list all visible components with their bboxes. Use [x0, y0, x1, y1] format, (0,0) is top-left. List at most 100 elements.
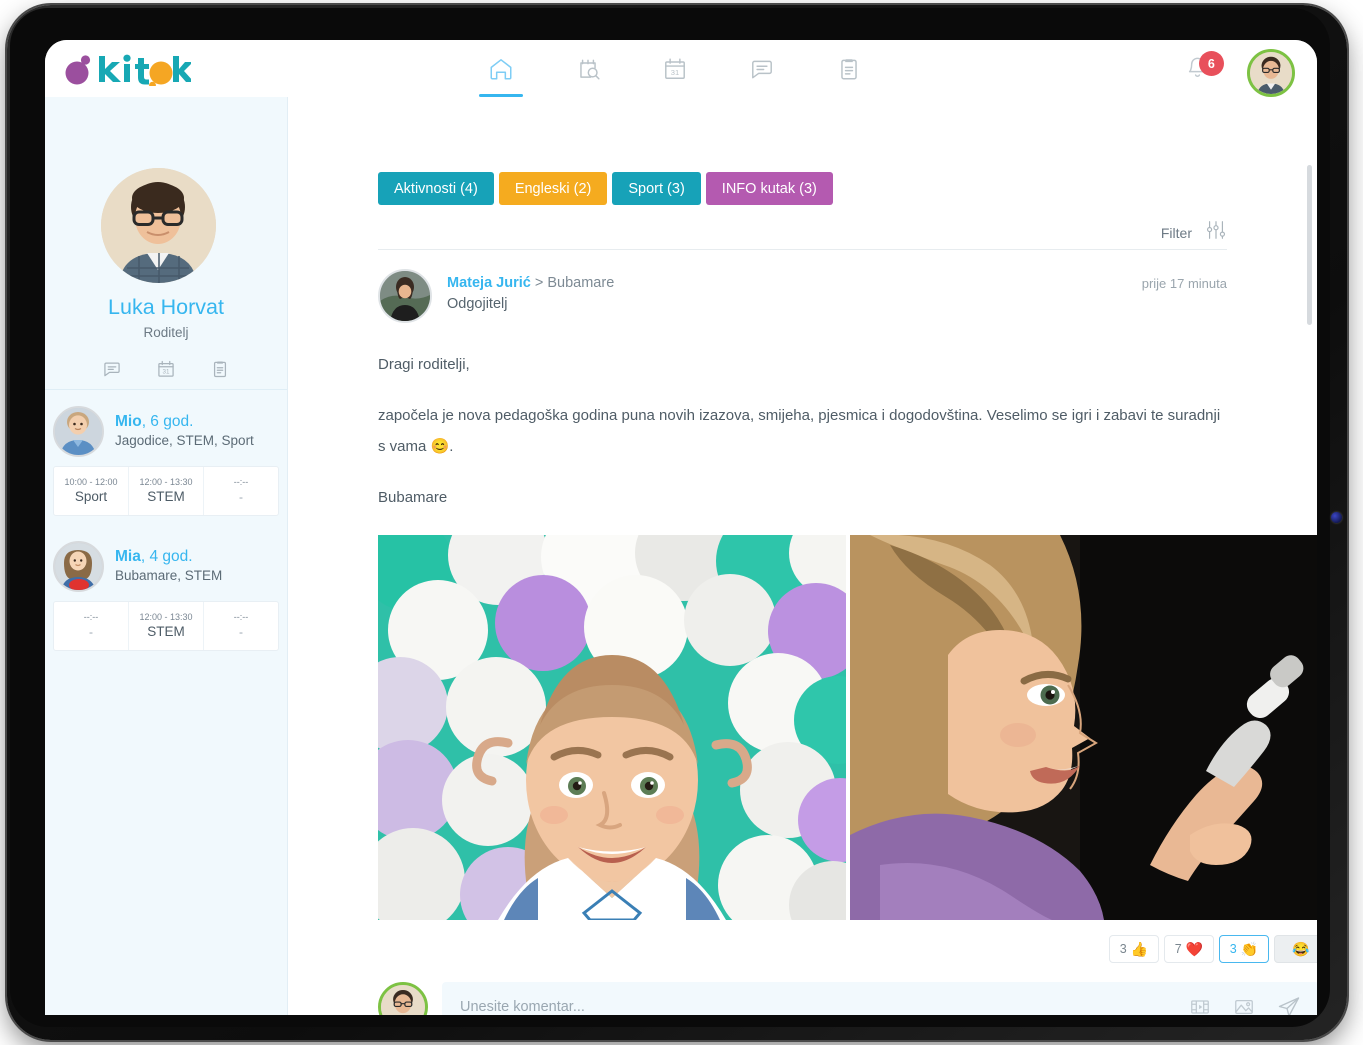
schedule-activity: - — [89, 625, 93, 639]
send-icon[interactable] — [1277, 995, 1301, 1015]
child-meta: Mio, 6 god. Jagodice, STEM, Sport — [115, 412, 254, 450]
nav-home-button[interactable] — [475, 40, 527, 97]
reaction-count: 7 — [1174, 942, 1182, 956]
post-reactions: 3 👍 7 ❤️ 3 👏 😂 — [1109, 935, 1317, 963]
child-groups: Bubamare, STEM — [115, 568, 223, 583]
nav-search-button[interactable] — [562, 40, 614, 97]
post-media-gallery — [378, 535, 1317, 920]
user-avatar[interactable] — [1247, 49, 1295, 97]
nav-messages-button[interactable] — [736, 40, 788, 97]
main-content: Aktivnosti (4) Engleski (2) Sport (3) IN… — [288, 97, 1317, 1015]
child-avatar — [53, 405, 104, 457]
child-entry-mia[interactable]: Mia, 4 god. Bubamare, STEM --:-- - 12:00… — [45, 537, 287, 651]
schedule-cell[interactable]: 10:00 - 12:00 Sport — [54, 467, 129, 515]
reaction-count: 3 — [1119, 942, 1127, 956]
thumbs-up-icon: 👍 — [1130, 941, 1149, 957]
app-screen: 31 6 Luka Horvat Roditelj 31 Mio, 6 god.… — [45, 40, 1317, 1015]
schedule-cell[interactable]: 12:00 - 13:30 STEM — [129, 602, 204, 650]
scrollbar-thumb[interactable] — [1307, 165, 1312, 325]
reaction-count: 3 — [1229, 942, 1237, 956]
schedule-activity: Sport — [74, 489, 108, 504]
post-identity: Mateja Jurić > Bubamare Odgojitelj — [447, 269, 1142, 315]
profile-chat-icon[interactable] — [100, 357, 124, 381]
child-first-name: Mio — [115, 413, 142, 430]
post-image-child-dark[interactable] — [850, 535, 1317, 920]
schedule-cell[interactable]: --:-- - — [204, 467, 278, 515]
post-author-name[interactable]: Mateja Jurić — [447, 275, 531, 291]
post-author-role: Odgojitelj — [447, 296, 508, 312]
profile-clipboard-icon[interactable] — [208, 357, 232, 381]
post-image-ballpit[interactable] — [378, 535, 846, 920]
tablet-device: 31 6 Luka Horvat Roditelj 31 Mio, 6 god.… — [0, 0, 1363, 1045]
tab-engleski[interactable]: Engleski (2) — [498, 172, 608, 205]
top-navigation: 31 — [475, 40, 875, 97]
schedule-cell[interactable]: 12:00 - 13:30 STEM — [129, 467, 204, 515]
profile-calendar-icon[interactable]: 31 — [154, 357, 178, 381]
schedule-activity: STEM — [147, 624, 185, 639]
post-item: Mateja Jurić > Bubamare Odgojitelj prije… — [378, 269, 1317, 1015]
child-row[interactable]: Mia, 4 god. Bubamare, STEM — [45, 537, 287, 595]
profile-name: Luka Horvat — [108, 295, 224, 319]
child-first-name: Mia — [115, 548, 141, 565]
app-logo[interactable] — [63, 53, 191, 86]
reaction-clap[interactable]: 3 👏 — [1219, 935, 1269, 963]
document-search-icon — [575, 56, 601, 82]
tab-aktivnosti[interactable]: Aktivnosti (4) — [378, 172, 494, 205]
filter-label: Filter — [1160, 224, 1192, 241]
comment-tools — [1189, 995, 1301, 1015]
schedule-cell[interactable]: --:-- - — [204, 602, 278, 650]
clapping-hands-icon: 👏 — [1240, 941, 1259, 957]
nav-tasks-button[interactable] — [823, 40, 875, 97]
schedule-time: 12:00 - 13:30 — [139, 612, 193, 622]
notification-badge: 6 — [1199, 51, 1224, 76]
comment-user-avatar — [378, 982, 428, 1015]
child-name: Mia, 4 god. — [115, 547, 222, 566]
child-groups: Jagodice, STEM, Sport — [115, 433, 254, 448]
sliders-icon — [1205, 219, 1227, 246]
chat-icon — [749, 56, 775, 82]
schedule-time: --:-- — [83, 612, 99, 622]
svg-text:31: 31 — [163, 369, 170, 376]
post-paragraph: Dragi roditelji, — [378, 356, 470, 373]
child-schedule: 10:00 - 12:00 Sport 12:00 - 13:30 STEM -… — [53, 466, 279, 516]
schedule-time: --:-- — [233, 477, 249, 487]
child-age: , 4 god. — [140, 548, 193, 565]
home-icon — [488, 56, 514, 82]
filter-button[interactable]: Filter — [288, 219, 1317, 246]
reaction-thumbsup[interactable]: 3 👍 — [1109, 935, 1159, 963]
tab-sport[interactable]: Sport (3) — [612, 172, 701, 205]
schedule-cell[interactable]: --:-- - — [54, 602, 129, 650]
notifications-button[interactable]: 6 — [1185, 51, 1224, 87]
calendar-icon: 31 — [662, 56, 688, 82]
post-author-avatar[interactable] — [378, 269, 432, 323]
child-age: , 6 god. — [141, 413, 194, 430]
comment-placeholder: Unesite komentar... — [460, 999, 585, 1015]
category-tabs: Aktivnosti (4) Engleski (2) Sport (3) IN… — [378, 172, 833, 205]
post-timestamp: prije 17 minuta — [1141, 276, 1227, 291]
tab-info-kutak[interactable]: INFO kutak (3) — [705, 172, 833, 205]
child-entry-mio[interactable]: Mio, 6 god. Jagodice, STEM, Sport 10:00 … — [45, 402, 287, 516]
post-target-group[interactable]: > Bubamare — [531, 275, 614, 291]
nav-calendar-button[interactable]: 31 — [649, 40, 701, 97]
comment-input[interactable]: Unesite komentar... — [442, 982, 1317, 1015]
image-icon[interactable] — [1233, 996, 1255, 1015]
child-row[interactable]: Mio, 6 god. Jagodice, STEM, Sport — [45, 402, 287, 460]
clipboard-icon — [836, 56, 862, 82]
video-icon[interactable] — [1189, 996, 1211, 1015]
profile-avatar[interactable] — [101, 168, 216, 283]
reaction-heart[interactable]: 7 ❤️ — [1164, 935, 1214, 963]
svg-text:31: 31 — [671, 67, 679, 76]
child-meta: Mia, 4 god. Bubamare, STEM — [115, 547, 222, 585]
heart-icon: ❤️ — [1185, 941, 1204, 957]
post-author-line: Mateja Jurić > Bubamare — [447, 273, 1142, 293]
schedule-time: 10:00 - 12:00 — [64, 477, 118, 487]
profile-role: Roditelj — [143, 325, 189, 340]
schedule-activity: - — [239, 625, 243, 639]
post-body: Dragi roditelji, započela je nova pedago… — [378, 349, 1227, 513]
child-name: Mio, 6 god. — [115, 412, 254, 431]
post-header: Mateja Jurić > Bubamare Odgojitelj prije… — [378, 269, 1227, 325]
content-divider — [378, 249, 1227, 250]
child-schedule: --:-- - 12:00 - 13:30 STEM --:-- - — [53, 601, 279, 651]
child-avatar — [53, 540, 104, 592]
post-paragraph: započela je nova pedagoška godina puna n… — [378, 407, 1221, 455]
